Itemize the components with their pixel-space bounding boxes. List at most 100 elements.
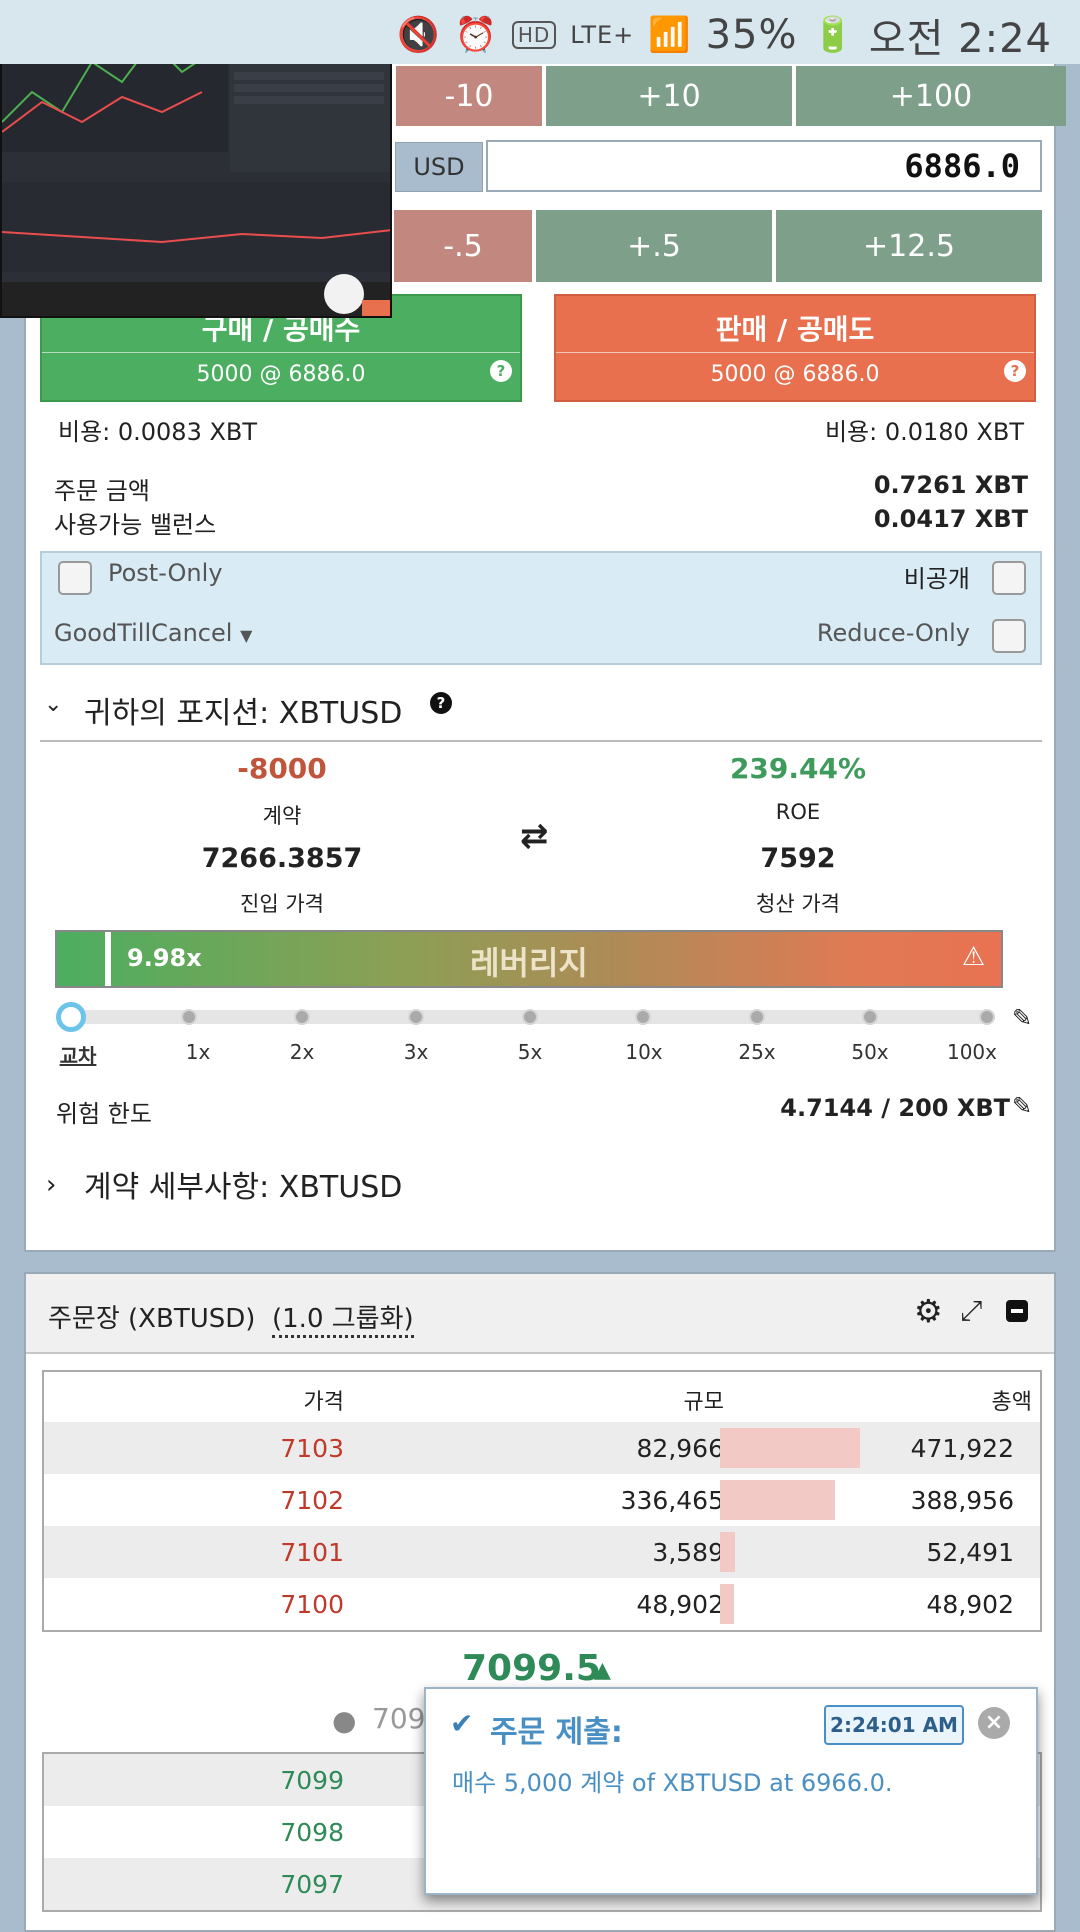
signal-icon: 📶 [648, 15, 692, 55]
ask-size: 336,465 [620, 1486, 724, 1515]
leverage-tick[interactable]: 5x [490, 1040, 570, 1064]
currency-label: USD [395, 142, 483, 192]
post-only-label: Post-Only [108, 559, 223, 587]
post-only-checkbox[interactable] [58, 561, 92, 595]
table-header-row: 가격 규모 총액 [44, 1372, 1040, 1422]
mute-icon: 🔇 [397, 15, 441, 55]
warning-icon: ⚠ [961, 942, 985, 972]
slider-dot[interactable] [522, 1009, 538, 1025]
last-price: 7099.5 [462, 1648, 601, 1689]
leverage-label: 레버리지 [470, 944, 588, 982]
buy-order-summary: 5000 @ 6886.0 [42, 352, 520, 396]
ask-total: 52,491 [926, 1538, 1014, 1567]
bid-price[interactable]: 7098 [44, 1818, 344, 1847]
ask-price[interactable]: 7101 [44, 1538, 344, 1567]
chevron-down-icon[interactable]: ⌄ [44, 692, 62, 717]
bid-price[interactable]: 7097 [44, 1870, 344, 1899]
liquidation-price-label: 청산 가격 [756, 892, 840, 916]
index-price: 709 [372, 1702, 426, 1735]
hidden-checkbox[interactable] [992, 561, 1026, 595]
slider-dot[interactable] [294, 1009, 310, 1025]
roe-value: 239.44% [729, 752, 867, 785]
leverage-tick[interactable]: 50x [830, 1040, 910, 1064]
chevron-right-icon[interactable]: › [46, 1170, 56, 1200]
header-price: 가격 [303, 1390, 344, 1415]
toast-time: 2:24:01 AM [824, 1705, 964, 1745]
sell-label: 판매 / 공매도 [715, 313, 875, 346]
available-balance: 0.0417 XBT [873, 505, 1028, 533]
slider-dot[interactable] [862, 1009, 878, 1025]
ask-depth-bar [720, 1532, 735, 1572]
leverage-tick-cross[interactable]: 교차 [38, 1040, 118, 1069]
help-icon[interactable]: ? [430, 692, 452, 714]
ask-size: 48,902 [636, 1590, 724, 1619]
slider-dot[interactable] [749, 1009, 765, 1025]
clock: 오전 2:24 [868, 16, 1052, 62]
caret-down-icon: ▼ [240, 626, 253, 645]
leverage-tick[interactable]: 2x [262, 1040, 342, 1064]
table-row[interactable]: 7101 3,589 52,491 [44, 1526, 1040, 1578]
header-size: 규모 [683, 1390, 724, 1415]
grouping-select[interactable]: (1.0 그룹화) [272, 1298, 414, 1338]
edit-icon[interactable]: ✎ [1012, 1004, 1032, 1032]
position-title[interactable]: 귀하의 포지션: XBTUSD [84, 688, 402, 732]
slider-dot[interactable] [635, 1009, 651, 1025]
qty-minus10-button[interactable]: -10 [396, 66, 542, 126]
slider-dot[interactable] [979, 1009, 995, 1025]
orderbook-header: 주문장 (XBTUSD) (1.0 그룹화) ⚙ ⤢ [26, 1274, 1054, 1354]
order-submitted-toast[interactable]: ✔ 주문 제출: 2:24:01 AM × 매수 5,000 계약 of XBT… [424, 1687, 1038, 1895]
price-minus05-button[interactable]: -.5 [394, 210, 532, 282]
bid-price[interactable]: 7099 [44, 1766, 344, 1795]
slider-handle[interactable] [56, 1002, 86, 1032]
table-row[interactable]: 7100 48,902 48,902 [44, 1578, 1040, 1630]
check-icon: ✔ [450, 1707, 474, 1740]
status-bar: 🔇 ⏰ HD LTE+ 📶 35% 🔋 오전 2:24 [0, 0, 1080, 64]
reduce-only-checkbox[interactable] [992, 619, 1026, 653]
position-contracts-label: 계약 [262, 804, 302, 828]
leverage-tick[interactable]: 100x [932, 1040, 1012, 1064]
table-row[interactable]: 7102 336,465 388,956 [44, 1474, 1040, 1526]
gear-icon[interactable]: ⚙ [914, 1292, 943, 1330]
leverage-tick[interactable]: 1x [158, 1040, 238, 1064]
leverage-tick[interactable]: 10x [604, 1040, 684, 1064]
time-in-force-select[interactable]: GoodTillCancel ▼ [54, 619, 252, 647]
time-in-force-value: GoodTillCancel [54, 619, 233, 647]
price-plus125-button[interactable]: +12.5 [776, 210, 1042, 282]
table-row[interactable]: 7103 82,966 471,922 [44, 1422, 1040, 1474]
help-icon[interactable]: ? [490, 360, 512, 382]
entry-price-label: 진입 가격 [240, 892, 324, 916]
position-contracts: -8000 [237, 752, 327, 785]
up-arrow-icon: ▲ [594, 1658, 611, 1683]
price-plus05-button[interactable]: +.5 [536, 210, 772, 282]
ask-depth-bar [720, 1584, 734, 1624]
ask-total: 388,956 [910, 1486, 1014, 1515]
qty-plus10-button[interactable]: +10 [546, 66, 792, 126]
help-icon[interactable]: ? [1004, 360, 1026, 382]
expand-icon[interactable]: ⤢ [960, 1294, 982, 1328]
battery-percent: 35% [705, 12, 798, 58]
ask-price[interactable]: 7100 [44, 1590, 344, 1619]
price-input[interactable]: 6886.0 [486, 140, 1042, 192]
edit-icon[interactable]: ✎ [1012, 1092, 1032, 1120]
leverage-tick[interactable]: 25x [717, 1040, 797, 1064]
orderbook-asks-table: 가격 규모 총액 7103 82,966 471,922 7102 336,465… [42, 1370, 1042, 1632]
slider-dot[interactable] [408, 1009, 424, 1025]
ask-price[interactable]: 7103 [44, 1434, 344, 1463]
qty-plus100-button[interactable]: +100 [796, 66, 1066, 126]
toast-message: 매수 5,000 계약 of XBTUSD at 6966.0. [452, 1769, 893, 1797]
order-value: 0.7261 XBT [873, 471, 1028, 499]
swap-icon[interactable]: ⇄ [520, 816, 549, 856]
slider-dot[interactable] [181, 1009, 197, 1025]
leverage-tick[interactable]: 3x [376, 1040, 456, 1064]
close-icon[interactable]: × [978, 1707, 1010, 1739]
hd-icon: HD [511, 21, 557, 49]
sell-order-summary: 5000 @ 6886.0 [556, 352, 1034, 396]
minimize-icon[interactable] [1006, 1300, 1028, 1322]
contract-details-title[interactable]: 계약 세부사항: XBTUSD [84, 1162, 402, 1206]
leverage-bar: 9.98x 레버리지 ⚠ [55, 930, 1003, 988]
divider [40, 740, 1042, 742]
sell-button[interactable]: 판매 / 공매도 5000 @ 6886.0 ? [554, 294, 1036, 402]
ask-size: 82,966 [636, 1434, 724, 1463]
hidden-label: 비공개 [903, 565, 970, 593]
ask-price[interactable]: 7102 [44, 1486, 344, 1515]
